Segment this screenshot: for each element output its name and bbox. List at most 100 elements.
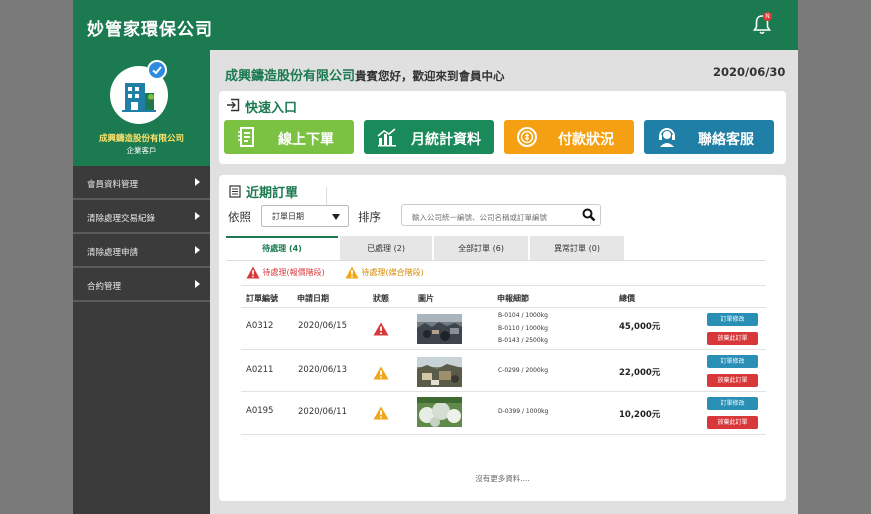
cancel-order-button[interactable]: 放棄此訂單 (707, 332, 758, 345)
quick-entry-panel: 快速入口 線上下單 月統計資料 付款狀況 聯絡客服 (219, 91, 786, 164)
detail-item: B-0110 / 1000kg (498, 324, 548, 332)
cancel-order-button[interactable]: 放棄此訂單 (707, 416, 758, 429)
waste-photo-plastic-bags[interactable] (417, 397, 462, 427)
legend-quote-label: 待處理(報價階段) (262, 268, 325, 277)
divider (241, 434, 766, 435)
monthly-stats-label: 月統計資料 (411, 132, 481, 148)
bar-chart-icon (376, 126, 398, 148)
headset-icon (656, 126, 678, 148)
coin-icon (516, 126, 538, 148)
waste-photo-debris[interactable] (417, 357, 462, 387)
notification-badge: N (763, 12, 772, 21)
notification-bell-icon[interactable]: N (752, 12, 772, 37)
sidebar-menu: 會員資料管理 清除處理交易紀錄 清除處理申請 合約管理 (73, 166, 210, 302)
waste-photo-scrap-metal[interactable] (417, 314, 462, 344)
recent-orders-panel: 近期訂單 依照 訂單日期 排序 待處理 (4) 已處理 (2) 全部訂單 (6)… (219, 175, 786, 501)
tab-abnormal-orders[interactable]: 異常訂單 (0) (530, 236, 624, 260)
edit-order-button[interactable]: 訂單修改 (707, 313, 758, 326)
col-details: 申報細節 (497, 294, 529, 303)
app-title: 妙管家環保公司 (87, 20, 213, 40)
col-apply-date: 申請日期 (297, 294, 329, 303)
divider (241, 307, 766, 308)
apply-date: 2020/06/13 (298, 365, 347, 375)
status-warning-orange-icon (373, 405, 389, 420)
online-order-label: 線上下單 (278, 132, 334, 148)
col-image: 圖片 (418, 294, 434, 303)
order-total: 45,000元 (619, 322, 661, 332)
sidebar-item-label: 清除處理交易紀錄 (87, 214, 156, 224)
quick-entry-title: 快速入口 (245, 101, 298, 116)
search-icon[interactable] (582, 207, 596, 222)
legend-match-stage: 待處理(媒合階段) (345, 266, 424, 279)
tab-pending[interactable]: 待處理 (4) (226, 236, 338, 260)
detail-item: B-0143 / 2500kg (498, 337, 548, 344)
sidebar-item-label: 清除處理申請 (87, 248, 139, 258)
order-id: A0211 (246, 365, 274, 375)
sort-by-label: 依照 (228, 210, 251, 224)
top-bar: 妙管家環保公司 N (73, 0, 798, 50)
welcome-company-name: 成興鑄造股份有限公司 (225, 69, 356, 84)
sidebar-item-label: 會員資料管理 (87, 180, 139, 190)
divider (241, 391, 766, 392)
chevron-right-icon (195, 212, 200, 220)
col-status: 狀態 (373, 294, 389, 303)
sidebar-item-transaction-records[interactable]: 清除處理交易紀錄 (73, 200, 210, 234)
divider (241, 349, 766, 350)
recent-orders-title: 近期訂單 (246, 186, 299, 201)
warning-red-icon (246, 266, 260, 279)
sort-field-value: 訂單日期 (272, 212, 304, 221)
payment-status-button[interactable]: 付款狀況 (504, 120, 634, 154)
sidebar-item-label: 合約管理 (87, 282, 122, 292)
app-window: 妙管家環保公司 N 成興鑄造股份有限公司 企業客戶 會員資料管理 清除處理交易紀… (73, 0, 798, 514)
login-arrow-icon (226, 97, 240, 112)
chevron-right-icon (195, 280, 200, 288)
title-divider (326, 187, 327, 205)
monthly-stats-button[interactable]: 月統計資料 (364, 120, 494, 154)
order-total: 22,000元 (619, 368, 661, 378)
sidebar-item-member-data[interactable]: 會員資料管理 (73, 166, 210, 200)
no-more-data-text: 沒有更多資料.... (475, 474, 530, 483)
online-order-button[interactable]: 線上下單 (224, 120, 354, 154)
detail-list: D-0399 / 1000kg (498, 406, 548, 419)
tab-processed[interactable]: 已處理 (2) (340, 236, 432, 260)
welcome-message: 成興鑄造股份有限公司貴賓您好，歡迎來到會員中心 (225, 65, 505, 84)
contact-support-label: 聯絡客服 (698, 132, 754, 148)
order-id: A0195 (246, 406, 274, 416)
verified-check-icon (147, 60, 167, 80)
order-form-icon (236, 126, 258, 148)
edit-order-button[interactable]: 訂單修改 (707, 355, 758, 368)
profile-company-name: 成興鑄造股份有限公司 (98, 134, 184, 144)
current-date: 2020/06/30 (713, 65, 786, 79)
contact-support-button[interactable]: 聯絡客服 (644, 120, 774, 154)
detail-list: C-0299 / 2000kg (498, 365, 548, 378)
col-total: 總價 (619, 294, 635, 303)
col-order-id: 訂單編號 (246, 294, 278, 303)
profile-panel: 成興鑄造股份有限公司 企業客戶 (73, 50, 210, 166)
caret-down-icon (332, 214, 340, 220)
order-tabs: 待處理 (4) 已處理 (2) 全部訂單 (6) 異常訂單 (0) (226, 236, 766, 261)
tab-all-orders[interactable]: 全部訂單 (6) (434, 236, 528, 260)
detail-item: D-0399 / 1000kg (498, 408, 549, 415)
divider (241, 285, 766, 286)
sidebar-item-contract-management[interactable]: 合約管理 (73, 268, 210, 302)
list-icon (229, 183, 241, 198)
sidebar: 成興鑄造股份有限公司 企業客戶 會員資料管理 清除處理交易紀錄 清除處理申請 合… (73, 50, 210, 514)
order-label: 排序 (358, 210, 381, 224)
order-id: A0312 (246, 321, 274, 331)
detail-item: C-0299 / 2000kg (498, 367, 549, 374)
chevron-right-icon (195, 246, 200, 254)
search-input[interactable] (401, 204, 601, 226)
status-warning-orange-icon (373, 365, 389, 380)
payment-status-label: 付款狀況 (558, 132, 614, 148)
warning-orange-icon (345, 266, 359, 279)
sort-field-select[interactable]: 訂單日期 (261, 205, 349, 227)
legend-match-label: 待處理(媒合階段) (361, 268, 424, 277)
edit-order-button[interactable]: 訂單修改 (707, 397, 758, 410)
detail-list: B-0104 / 1000kg B-0110 / 1000kg B-0143 /… (498, 310, 548, 348)
status-warning-red-icon (373, 321, 389, 336)
order-total: 10,200元 (619, 410, 661, 420)
apply-date: 2020/06/11 (298, 407, 347, 417)
apply-date: 2020/06/15 (298, 321, 347, 331)
sidebar-item-disposal-application[interactable]: 清除處理申請 (73, 234, 210, 268)
cancel-order-button[interactable]: 放棄此訂單 (707, 374, 758, 387)
